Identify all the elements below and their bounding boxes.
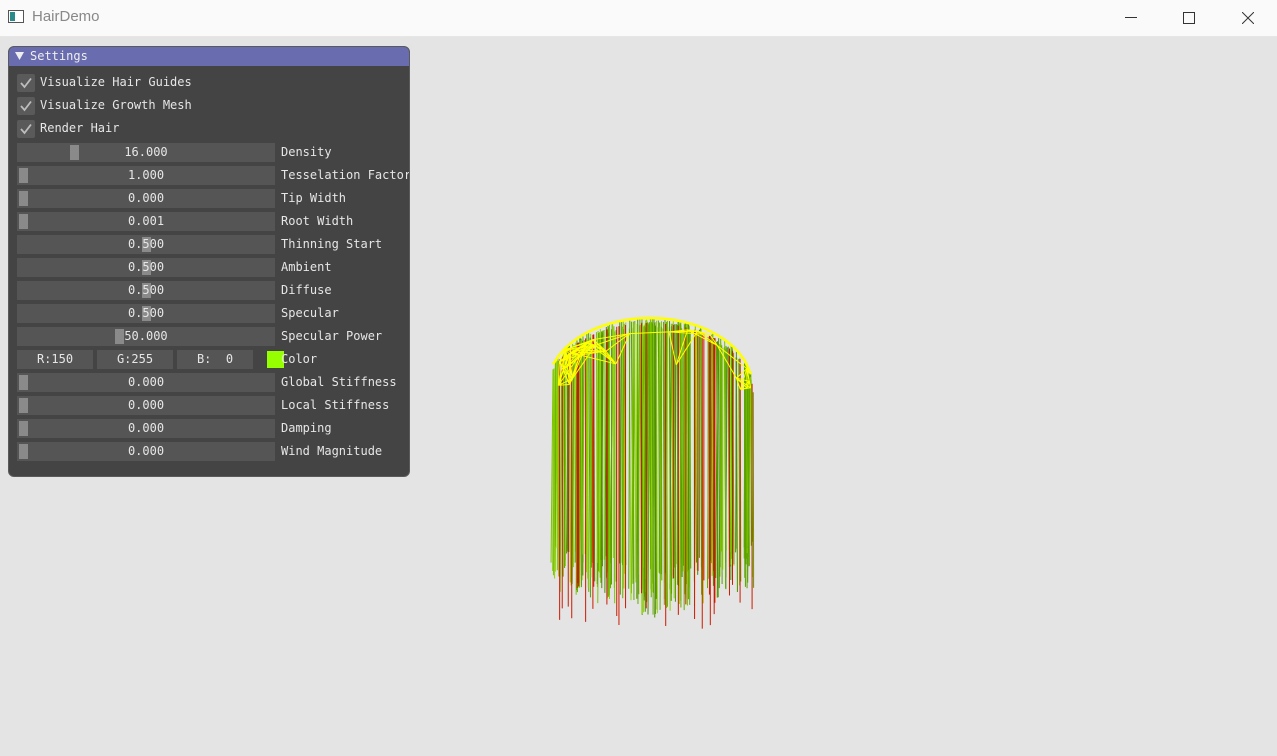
wind-magnitude-slider[interactable]: 0.000: [17, 442, 275, 461]
settings-header[interactable]: Settings: [9, 47, 409, 66]
slider-tesselation-factor: 1.000 Tesselation Factor: [17, 166, 410, 185]
slider-value: 0.000: [127, 398, 165, 412]
slider-label: Specular Power: [281, 329, 383, 343]
damping-slider[interactable]: 0.000: [17, 419, 275, 438]
local-stiffness-slider[interactable]: 0.000: [17, 396, 275, 415]
maximize-icon: [1183, 12, 1195, 24]
settings-title: Settings: [30, 49, 88, 63]
minimize-button[interactable]: [1102, 0, 1160, 36]
slider-value: 1.000: [127, 168, 165, 182]
hair-render: [550, 316, 755, 629]
app-icon: [8, 10, 24, 23]
color-label: Color: [281, 352, 318, 366]
slider-density: 16.000 Density: [17, 143, 407, 162]
hair-strand: [634, 324, 637, 583]
color-editor: R:150 G:255 B: 0 Color: [17, 350, 407, 369]
tip-width-slider[interactable]: 0.000: [17, 189, 275, 208]
settings-panel: Settings Visualize Hair Guides Visualize…: [8, 46, 410, 477]
specular-power-slider[interactable]: 50.000: [17, 327, 275, 346]
hair-strand: [559, 359, 563, 592]
checkbox-box[interactable]: [17, 74, 35, 92]
hair-strand: [663, 323, 666, 605]
slider-local-stiffness: 0.000 Local Stiffness: [17, 396, 407, 415]
slider-label: Wind Magnitude: [281, 444, 383, 458]
slider-label: Tip Width: [281, 191, 347, 205]
hair-strand: [619, 321, 623, 595]
hair-strand: [735, 351, 738, 592]
slider-value: 16.000: [124, 145, 168, 159]
slider-label: Damping: [281, 421, 332, 435]
slider-value: 0.500: [127, 260, 165, 274]
close-button[interactable]: [1219, 0, 1277, 36]
diffuse-slider[interactable]: 0.500: [17, 281, 275, 300]
collapse-arrow-icon[interactable]: [15, 52, 24, 60]
checkbox-label: Visualize Hair Guides: [40, 75, 192, 89]
tesselation-factor-slider[interactable]: 1.000: [17, 166, 275, 185]
slider-wind-magnitude: 0.000 Wind Magnitude: [17, 442, 407, 461]
slider-specular: 0.500 Specular: [17, 304, 407, 323]
color-g-input[interactable]: G:255: [97, 350, 173, 369]
slider-ambient: 0.500 Ambient: [17, 258, 407, 277]
slider-value: 0.500: [127, 237, 165, 251]
slider-damping: 0.000 Damping: [17, 419, 407, 438]
slider-value: 0.000: [127, 421, 165, 435]
slider-label: Diffuse: [281, 283, 332, 297]
checkbox-label: Visualize Growth Mesh: [40, 98, 192, 112]
slider-value: 0.000: [127, 375, 165, 389]
hair-strand: [686, 322, 688, 584]
checkmark-icon: [20, 123, 32, 135]
root-width-slider[interactable]: 0.001: [17, 212, 275, 231]
window-title: HairDemo: [32, 8, 100, 25]
checkbox-box[interactable]: [17, 97, 35, 115]
slider-label: Global Stiffness: [281, 375, 397, 389]
slider-specular-power: 50.000 Specular Power: [17, 327, 407, 346]
ambient-slider[interactable]: 0.500: [17, 258, 275, 277]
slider-value: 0.500: [127, 283, 165, 297]
slider-label: Tesselation Factor: [281, 168, 410, 182]
slider-value: 0.500: [127, 306, 165, 320]
slider-value: 0.000: [127, 444, 165, 458]
slider-label: Root Width: [281, 214, 354, 228]
hair-strand: [628, 320, 631, 589]
slider-diffuse: 0.500 Diffuse: [17, 281, 407, 300]
minimize-icon: [1125, 17, 1137, 18]
slider-value: 0.001: [127, 214, 165, 228]
hair-strand: [682, 331, 684, 566]
slider-root-width: 0.001 Root Width: [17, 212, 407, 231]
slider-tip-width: 0.000 Tip Width: [17, 189, 407, 208]
color-b-input[interactable]: B: 0: [177, 350, 253, 369]
maximize-button[interactable]: [1160, 0, 1218, 36]
slider-thinning-start: 0.500 Thinning Start: [17, 235, 407, 254]
specular-slider[interactable]: 0.500: [17, 304, 275, 323]
thinning-start-slider[interactable]: 0.500: [17, 235, 275, 254]
window-titlebar: HairDemo: [0, 0, 1277, 37]
color-r-input[interactable]: R:150: [17, 350, 93, 369]
global-stiffness-slider[interactable]: 0.000: [17, 373, 275, 392]
close-icon: [1242, 12, 1254, 24]
checkmark-icon: [20, 77, 32, 89]
slider-label: Ambient: [281, 260, 332, 274]
checkmark-icon: [20, 100, 32, 112]
slider-global-stiffness: 0.000 Global Stiffness: [17, 373, 407, 392]
slider-value: 50.000: [124, 329, 168, 343]
checkbox-label: Render Hair: [40, 121, 120, 135]
hair-strand: [679, 323, 682, 601]
slider-value: 0.000: [127, 191, 165, 205]
slider-label: Thinning Start: [281, 237, 383, 251]
hair-strand: [689, 330, 691, 605]
slider-label: Local Stiffness: [281, 398, 390, 412]
checkbox-box[interactable]: [17, 120, 35, 138]
slider-label: Density: [281, 145, 332, 159]
slider-label: Specular: [281, 306, 339, 320]
density-slider[interactable]: 16.000: [17, 143, 275, 162]
